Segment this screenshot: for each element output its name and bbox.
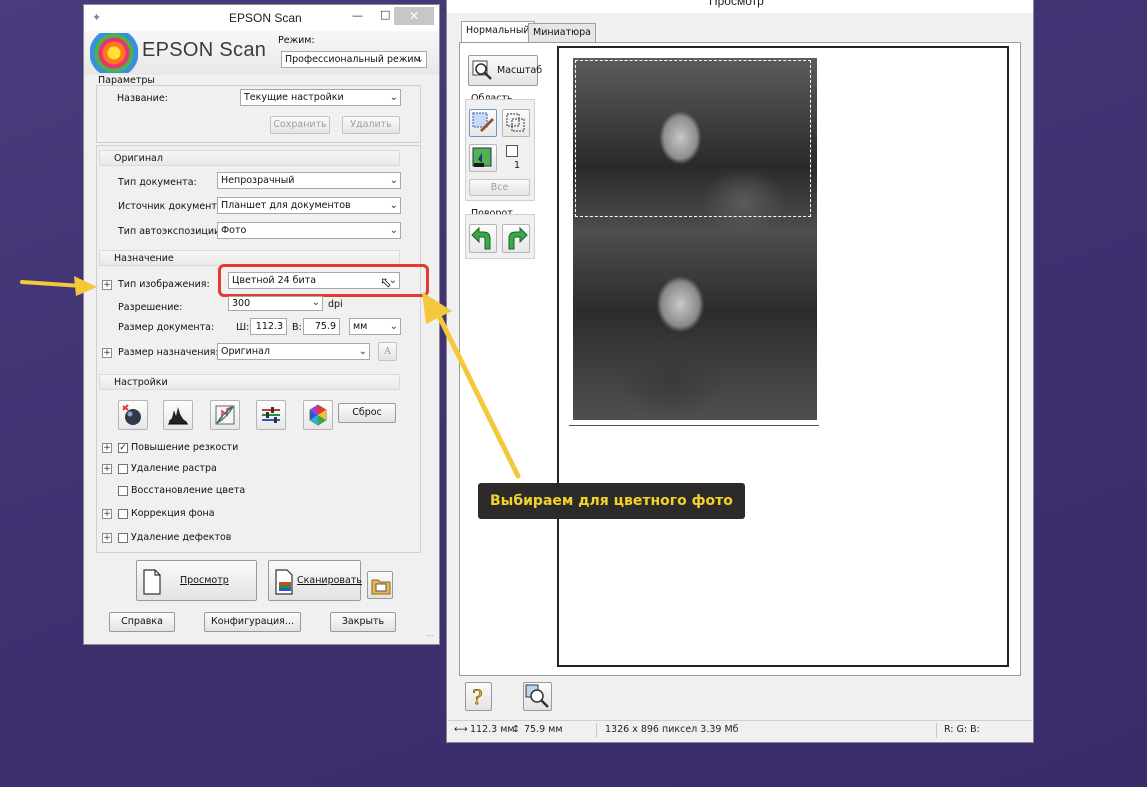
left-pointer-arrow — [20, 276, 97, 296]
annotation-tooltip: Выбираем для цветного фото — [478, 483, 745, 519]
annotation-overlay — [20, 276, 521, 479]
diagonal-pointer-arrow — [422, 292, 521, 479]
